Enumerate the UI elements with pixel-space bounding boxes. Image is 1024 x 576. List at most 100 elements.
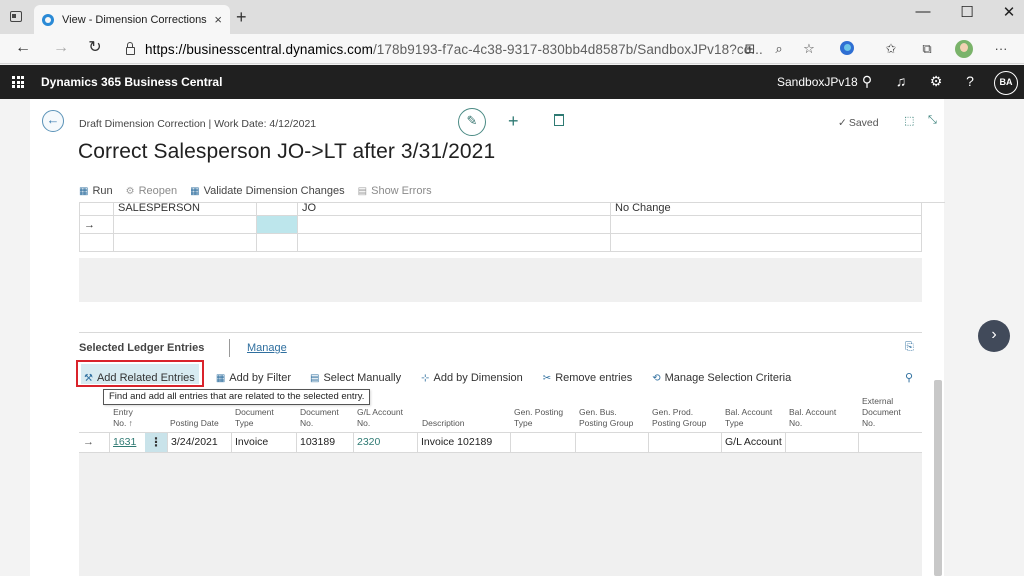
col-line: Gen. Prod.	[652, 407, 694, 417]
url-field[interactable]: https://businesscentral.dynamics.com/178…	[118, 37, 830, 61]
select-manually-button[interactable]: ▤ Select Manually	[310, 372, 401, 384]
gen-prod-posting-group-cell[interactable]	[648, 433, 721, 452]
document-no-cell[interactable]: 103189	[296, 433, 353, 452]
table-row[interactable]	[79, 233, 922, 252]
profile-icon[interactable]	[955, 40, 973, 58]
table-row[interactable]: →	[79, 215, 922, 234]
tab-close-icon[interactable]: ×	[214, 12, 222, 27]
edge-icon[interactable]	[840, 41, 854, 55]
left-gutter	[0, 99, 30, 576]
dimension-value-cell[interactable]	[297, 215, 611, 234]
manage-criteria-button[interactable]: ⟲ Manage Selection Criteria	[652, 372, 791, 384]
dimension-code-cell[interactable]	[113, 215, 257, 234]
minimize-button[interactable]: —	[908, 3, 938, 20]
col-line: Posting Date	[170, 418, 219, 428]
bell-icon[interactable]: ♫	[892, 72, 910, 90]
favicon-icon	[42, 13, 54, 26]
refresh-icon[interactable]: ↻	[84, 39, 106, 57]
collections-icon[interactable]: ⧉	[918, 41, 936, 57]
col-document-no[interactable]: Document No.	[300, 407, 339, 429]
table-row[interactable]: → 1631 ⋮ 3/24/2021 Invoice 103189 2320 I…	[79, 432, 922, 453]
remove-entries-button[interactable]: ✂ Remove entries	[543, 372, 632, 384]
browser-tab[interactable]: View - Dimension Corrections - D ×	[34, 5, 230, 34]
add-by-dimension-button[interactable]: ⊹ Add by Dimension	[421, 372, 523, 384]
col-line: No.	[789, 418, 803, 428]
col-line: Gen. Posting	[514, 407, 564, 417]
add-related-icon: ⚒	[84, 372, 93, 384]
validate-action[interactable]: ▦ Validate Dimension Changes	[190, 185, 345, 197]
close-window-button[interactable]: ✕	[994, 3, 1024, 21]
change-action-cell[interactable]	[610, 233, 922, 252]
gen-bus-posting-group-cell[interactable]	[575, 433, 648, 452]
reopen-action[interactable]: ⚙ Reopen	[126, 185, 178, 197]
new-tab-button[interactable]: +	[236, 8, 247, 26]
search-icon[interactable]: ⚲	[858, 72, 876, 90]
show-errors-action[interactable]: ▤ Show Errors	[358, 185, 432, 197]
col-posting-date[interactable]: Posting Date	[170, 418, 219, 429]
col-external-document-no[interactable]: External Document No.	[862, 396, 901, 429]
add-related-entries-button[interactable]: ⚒ Add Related Entries	[84, 372, 195, 384]
zoom-icon[interactable]: ⌕	[770, 41, 788, 57]
breadcrumb: Draft Dimension Correction | Work Date: …	[79, 118, 317, 130]
bal-account-no-cell[interactable]	[785, 433, 858, 452]
back-arrow-icon[interactable]: ←	[12, 39, 34, 57]
col-bal-account-no[interactable]: Bal. Account No.	[789, 407, 836, 429]
run-action[interactable]: ▦ Run	[79, 185, 113, 197]
forward-arrow-icon[interactable]: →	[50, 39, 72, 57]
selected-cell[interactable]	[256, 215, 298, 234]
dimension-value-cell[interactable]	[297, 233, 611, 252]
open-new-window-icon[interactable]: ⬚	[904, 114, 914, 127]
page-back-button[interactable]: ←	[42, 110, 64, 132]
row-selector-cell[interactable]	[79, 233, 114, 252]
edit-button[interactable]: ✎	[458, 108, 486, 136]
col-gen-bus-posting-group[interactable]: Gen. Bus. Posting Group	[579, 407, 633, 429]
bal-account-type-cell[interactable]: G/L Account	[721, 433, 785, 452]
col-entry-no[interactable]: Entry No. ↑	[113, 407, 133, 429]
next-page-button[interactable]: ›	[978, 320, 1010, 352]
favorites-icon[interactable]: ✩	[882, 41, 900, 57]
delete-icon[interactable]	[554, 114, 564, 126]
dimension-code-cell[interactable]	[113, 233, 257, 252]
manage-link[interactable]: Manage	[247, 342, 287, 354]
immersive-reader-icon[interactable]: ⊞	[741, 41, 759, 57]
change-action-cell[interactable]: No Change	[610, 202, 922, 216]
change-action-cell[interactable]	[610, 215, 922, 234]
table-row[interactable]: SALESPERSON JO No Change	[79, 202, 922, 216]
row-selector-cell[interactable]: →	[79, 215, 114, 234]
document-type-cell[interactable]: Invoice	[231, 433, 296, 452]
col-gen-prod-posting-group[interactable]: Gen. Prod. Posting Group	[652, 407, 706, 429]
description-cell[interactable]: Invoice 102189	[417, 433, 510, 452]
dimension-value-cell[interactable]: JO	[297, 202, 611, 216]
help-icon[interactable]: ?	[961, 72, 979, 90]
posting-date-cell[interactable]: 3/24/2021	[167, 433, 231, 452]
new-button[interactable]: +	[508, 111, 519, 132]
environment-name: SandboxJPv18	[777, 75, 858, 89]
col-description[interactable]: Description	[422, 418, 465, 429]
favorite-icon[interactable]: ☆	[800, 41, 818, 57]
add-by-filter-button[interactable]: ▦ Add by Filter	[216, 372, 291, 384]
more-icon[interactable]: ···	[992, 41, 1010, 56]
maximize-button[interactable]: ☐	[952, 3, 982, 21]
gear-icon[interactable]: ⚙	[927, 72, 945, 90]
row-selector-cell[interactable]	[79, 202, 114, 216]
entry-no-cell[interactable]: 1631	[109, 433, 145, 452]
row-menu-icon[interactable]: ⋮	[145, 433, 167, 452]
col-document-type[interactable]: Document Type	[235, 407, 274, 429]
collapse-icon[interactable]: ⤡	[928, 114, 937, 127]
vertical-scrollbar[interactable]	[934, 380, 942, 576]
external-document-no-cell[interactable]	[858, 433, 922, 452]
col-gen-posting-type[interactable]: Gen. Posting Type	[514, 407, 563, 429]
col-gl-account[interactable]: G/L Account No.	[357, 407, 403, 429]
share-icon[interactable]: ⎘	[905, 341, 914, 354]
user-avatar[interactable]: BA	[994, 71, 1018, 95]
pin-icon[interactable]: ⚲	[905, 371, 913, 384]
gl-account-cell[interactable]: 2320	[353, 433, 417, 452]
add-related-label: Add Related Entries	[96, 372, 195, 384]
col-bal-account-type[interactable]: Bal. Account Type	[725, 407, 772, 429]
url-host: https://businesscentral.dynamics.com	[145, 41, 373, 57]
lock-icon[interactable]	[126, 42, 135, 55]
tab-actions-icon[interactable]	[10, 11, 22, 22]
dimension-code-cell[interactable]: SALESPERSON	[113, 202, 257, 216]
app-launcher-icon[interactable]	[12, 76, 24, 88]
gen-posting-type-cell[interactable]	[510, 433, 575, 452]
